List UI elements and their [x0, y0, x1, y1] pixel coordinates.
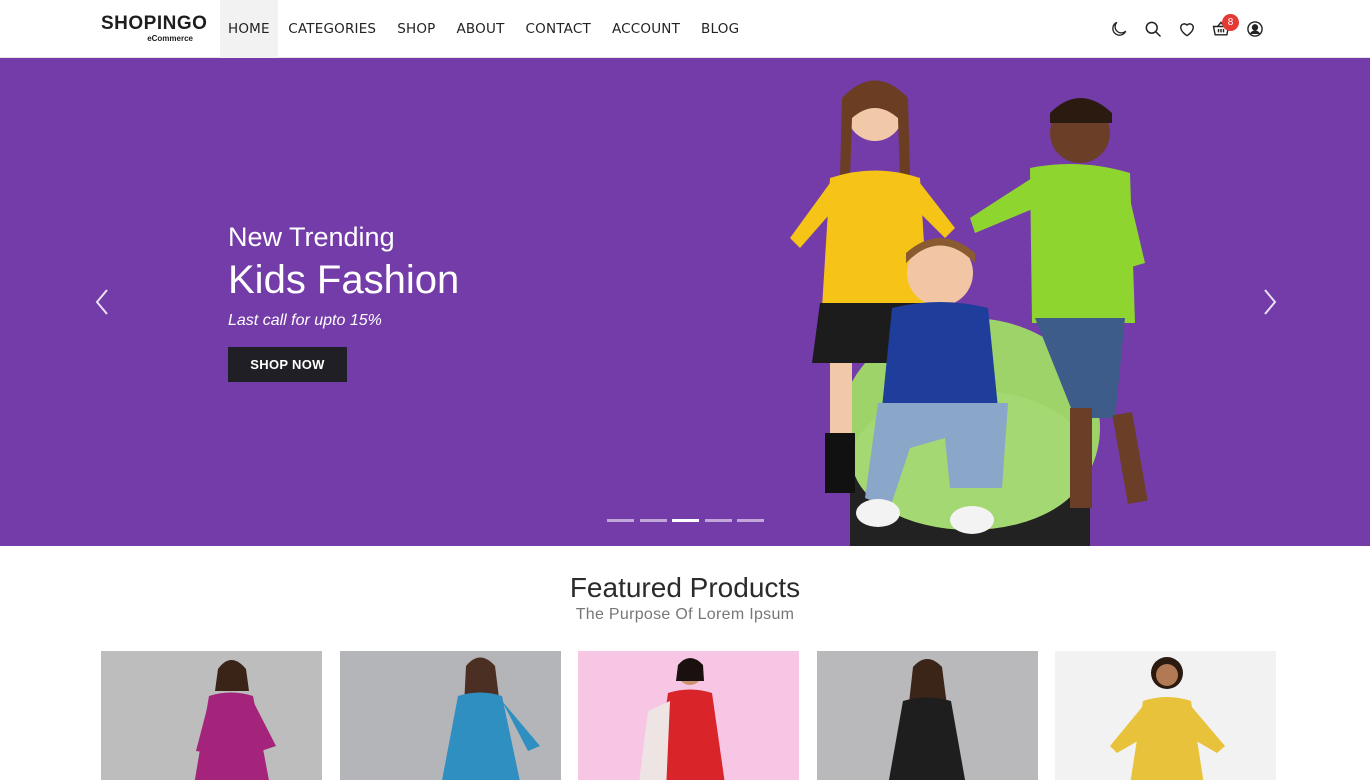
hero-title: Kids Fashion: [228, 258, 460, 302]
nav-item-categories[interactable]: CATEGORIES: [278, 0, 387, 58]
featured-subtitle: The Purpose Of Lorem Ipsum: [575, 606, 795, 623]
product-card-2[interactable]: [339, 651, 561, 780]
nav-item-home[interactable]: HOME: [220, 0, 278, 58]
hero-subtitle: New Trending: [228, 222, 395, 252]
site-header: SHOPINGO eCommerce HOME CATEGORIES SHOP …: [0, 0, 1370, 58]
product-card-4[interactable]: [816, 651, 1038, 780]
product-image-1: [101, 651, 322, 780]
slider-dot-5[interactable]: [737, 519, 764, 522]
product-image-3: [578, 651, 799, 780]
nav-item-shop[interactable]: SHOP: [387, 0, 446, 58]
nav-item-blog[interactable]: BLOG: [691, 0, 750, 58]
brand-tagline: eCommerce: [147, 34, 193, 43]
hero-kids-image: [790, 80, 1148, 546]
slider-dot-1[interactable]: [607, 519, 634, 522]
featured-title: Featured Products: [569, 572, 801, 603]
chevron-left-icon[interactable]: [92, 286, 112, 318]
shop-now-button[interactable]: SHOP NOW: [228, 347, 347, 382]
product-image-2: [339, 651, 561, 780]
cart-icon[interactable]: 8: [1208, 14, 1239, 42]
brand-logo[interactable]: SHOPINGO eCommerce: [101, 13, 208, 44]
moon-icon[interactable]: [1106, 16, 1132, 42]
header-icons: 8: [1106, 14, 1276, 42]
slider-dot-2[interactable]: [639, 519, 667, 522]
product-list: [101, 651, 1294, 780]
product-card-3[interactable]: [578, 651, 799, 780]
nav-item-about[interactable]: ABOUT: [446, 0, 515, 58]
slider-dots: [607, 519, 770, 522]
product-card-1[interactable]: [101, 651, 322, 780]
heart-icon[interactable]: [1174, 16, 1200, 42]
slider-dot-3[interactable]: [672, 519, 699, 522]
chevron-right-icon[interactable]: [1260, 286, 1280, 318]
user-icon[interactable]: [1242, 16, 1268, 42]
hero-slider: New Trending Kids Fashion Last call for …: [0, 58, 1370, 546]
product-card-5[interactable]: [1055, 651, 1276, 780]
cart-count-badge: 8: [1222, 14, 1239, 31]
product-image-5: [1055, 651, 1276, 780]
nav-item-contact[interactable]: CONTACT: [515, 0, 601, 58]
product-image-4: [816, 651, 1038, 780]
nav-item-account[interactable]: ACCOUNT: [601, 0, 690, 58]
brand-name: SHOPINGO: [101, 13, 208, 34]
search-icon[interactable]: [1140, 16, 1166, 42]
slider-dot-4[interactable]: [704, 519, 732, 522]
main-nav: HOME CATEGORIES SHOP ABOUT CONTACT ACCOU…: [220, 0, 750, 58]
hero-tagline: Last call for upto 15%: [228, 312, 382, 329]
